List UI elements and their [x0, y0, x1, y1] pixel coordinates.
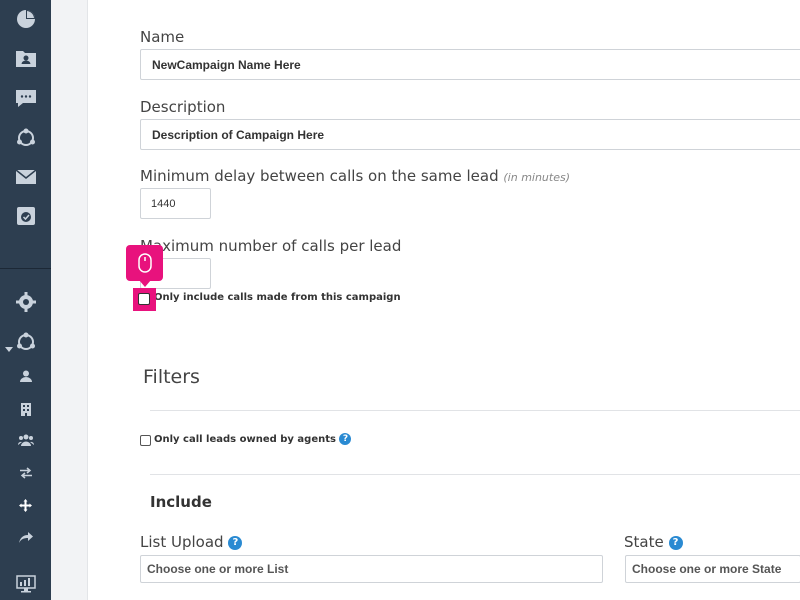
min-delay-hint: (in minutes) — [503, 171, 571, 184]
contacts-folder-icon[interactable] — [0, 44, 51, 72]
name-input[interactable] — [140, 49, 800, 80]
state-label: State ? — [624, 533, 683, 551]
user-icon[interactable] — [0, 362, 51, 390]
state-label-text: State — [624, 533, 664, 551]
list-upload-select[interactable]: Choose one or more List — [140, 555, 603, 583]
building-icon[interactable] — [0, 395, 51, 423]
description-input[interactable] — [140, 119, 800, 150]
users-group-icon[interactable] — [0, 426, 51, 454]
chat-icon[interactable] — [0, 85, 51, 113]
cursor-pointer-arrow — [139, 280, 151, 287]
help-icon[interactable]: ? — [668, 535, 683, 550]
include-divider — [150, 474, 800, 475]
max-calls-label: Maximum number of calls per lead — [140, 237, 402, 255]
dashboard-icon[interactable] — [0, 5, 51, 33]
move-icon[interactable] — [0, 491, 51, 519]
campaign-form: Name Description Minimum delay between c… — [87, 0, 800, 600]
only-this-campaign-checkbox[interactable] — [138, 293, 150, 305]
list-upload-label: List Upload ? — [140, 533, 243, 551]
gutter — [51, 0, 87, 600]
list-upload-label-text: List Upload — [140, 533, 224, 551]
description-label: Description — [140, 98, 226, 116]
filters-title: Filters — [143, 366, 200, 388]
sidebar — [0, 0, 51, 600]
filters-divider — [150, 410, 800, 411]
task-check-icon[interactable] — [0, 202, 51, 230]
help-icon[interactable]: ? — [228, 535, 243, 550]
state-select[interactable]: Choose one or more State — [625, 555, 800, 583]
agents-owned-checkbox[interactable] — [140, 435, 151, 446]
campaign-nodes-icon[interactable] — [0, 124, 51, 152]
help-icon[interactable]: ? — [339, 433, 352, 445]
agents-owned-label-text: Only call leads owned by agents — [154, 434, 336, 445]
mail-icon[interactable] — [0, 163, 51, 191]
monitor-icon[interactable] — [0, 570, 51, 598]
min-delay-label-text: Minimum delay between calls on the same … — [140, 167, 499, 185]
only-this-campaign-label: Only include calls made from this campai… — [154, 292, 401, 303]
transfer-icon[interactable] — [0, 459, 51, 487]
agents-owned-label: Only call leads owned by agents ? — [154, 433, 352, 445]
forward-icon[interactable] — [0, 523, 51, 551]
min-delay-label: Minimum delay between calls on the same … — [140, 167, 570, 185]
only-this-campaign-checkbox-highlight — [133, 288, 156, 311]
name-label: Name — [140, 28, 185, 46]
sidebar-divider — [0, 268, 51, 269]
mouse-click-icon — [126, 245, 163, 281]
min-delay-input[interactable] — [140, 188, 211, 219]
include-title: Include — [150, 493, 212, 511]
campaign-nodes-active-icon[interactable] — [0, 328, 51, 356]
settings-gear-icon[interactable] — [0, 288, 51, 316]
